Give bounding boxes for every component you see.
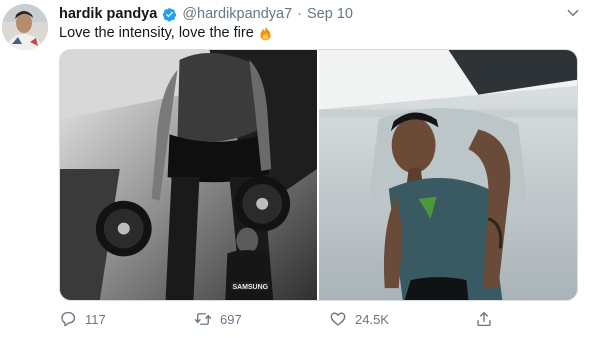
tweet-date[interactable]: Sep 10: [307, 6, 353, 22]
tweet-text: Love the intensity, love the fire: [59, 23, 273, 43]
chevron-down-icon[interactable]: [566, 6, 580, 20]
reply-icon: [61, 311, 76, 327]
reply-button[interactable]: 117: [59, 307, 106, 331]
photo-right[interactable]: [319, 50, 577, 300]
retweet-button[interactable]: 697: [194, 307, 242, 331]
avatar-image: [2, 4, 48, 50]
reply-count: 117: [85, 311, 106, 327]
media-grid: SAMSUNG: [59, 49, 578, 301]
retweet-count: 697: [220, 311, 242, 327]
workout-photo-color: [319, 50, 577, 300]
jersey-text: SAMSUNG: [232, 284, 268, 291]
share-button[interactable]: [475, 307, 493, 331]
author-name[interactable]: hardik pandya: [59, 6, 157, 22]
like-button[interactable]: 24.5K: [329, 307, 389, 331]
avatar[interactable]: [2, 4, 48, 50]
tweet-header: hardik pandya @hardikpandya7 · Sep 10: [59, 4, 353, 24]
share-icon: [477, 311, 491, 327]
retweet-icon: [194, 313, 212, 325]
workout-photo-bw: SAMSUNG: [60, 50, 317, 300]
tweet-text-content: Love the intensity, love the fire: [59, 25, 254, 41]
tweet-actions: 117 697 24.5K: [59, 307, 559, 331]
author-handle[interactable]: @hardikpandya7: [182, 6, 292, 22]
tweet-card: hardik pandya @hardikpandya7 · Sep 10 Lo…: [0, 0, 600, 338]
heart-icon: [330, 312, 346, 326]
like-count: 24.5K: [355, 311, 389, 327]
fire-emoji-icon: [260, 25, 271, 41]
separator-dot: ·: [297, 6, 303, 22]
photo-left[interactable]: SAMSUNG: [60, 50, 317, 300]
verified-badge-icon: [163, 7, 177, 21]
